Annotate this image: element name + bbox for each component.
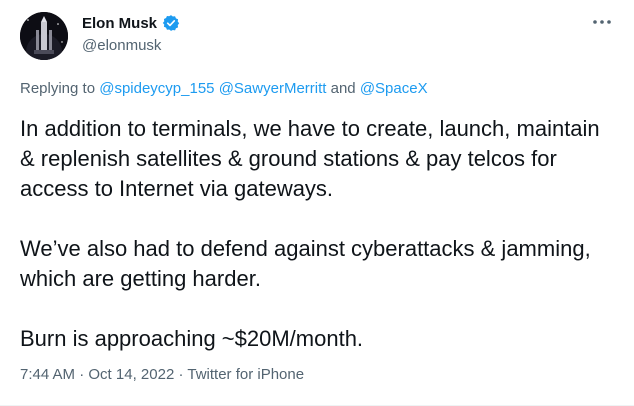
- tweet-paragraph: Burn is approaching ~$20M/month.: [20, 326, 364, 351]
- tweet-time[interactable]: 7:44 AM: [20, 366, 75, 383]
- author-display-name[interactable]: Elon Musk: [82, 15, 157, 32]
- meta-separator: ·: [75, 366, 89, 383]
- tweet-date[interactable]: Oct 14, 2022: [88, 366, 174, 383]
- verified-badge-icon: [162, 14, 180, 32]
- more-options-icon[interactable]: [590, 12, 614, 32]
- avatar[interactable]: [20, 12, 68, 60]
- tweet-paragraph: We’ve also had to defend against cyberat…: [20, 236, 591, 291]
- avatar-rocket-icon: [20, 12, 68, 60]
- meta-separator: ·: [174, 366, 188, 383]
- tweet-meta: 7:44 AM · Oct 14, 2022 · Twitter for iPh…: [20, 366, 304, 383]
- replying-to-label: Replying to: [20, 80, 100, 97]
- tweet-paragraph: In addition to terminals, we have to cre…: [20, 116, 600, 201]
- mention-link[interactable]: @SpaceX: [360, 80, 428, 97]
- mention-link[interactable]: @SawyerMerritt: [219, 80, 327, 97]
- mention-link[interactable]: @spideycyp_155: [99, 80, 214, 97]
- replying-to-line: Replying to @spideycyp_155 @SawyerMerrit…: [20, 80, 428, 97]
- tweet-text: In addition to terminals, we have to cre…: [20, 114, 620, 354]
- author-handle[interactable]: @elonmusk: [82, 37, 161, 54]
- mention-conjunction: and: [326, 80, 360, 97]
- tweet-card: Elon Musk @elonmusk Replying to @spideyc…: [0, 0, 634, 406]
- author-name-row: Elon Musk: [82, 14, 180, 32]
- tweet-source[interactable]: Twitter for iPhone: [187, 366, 304, 383]
